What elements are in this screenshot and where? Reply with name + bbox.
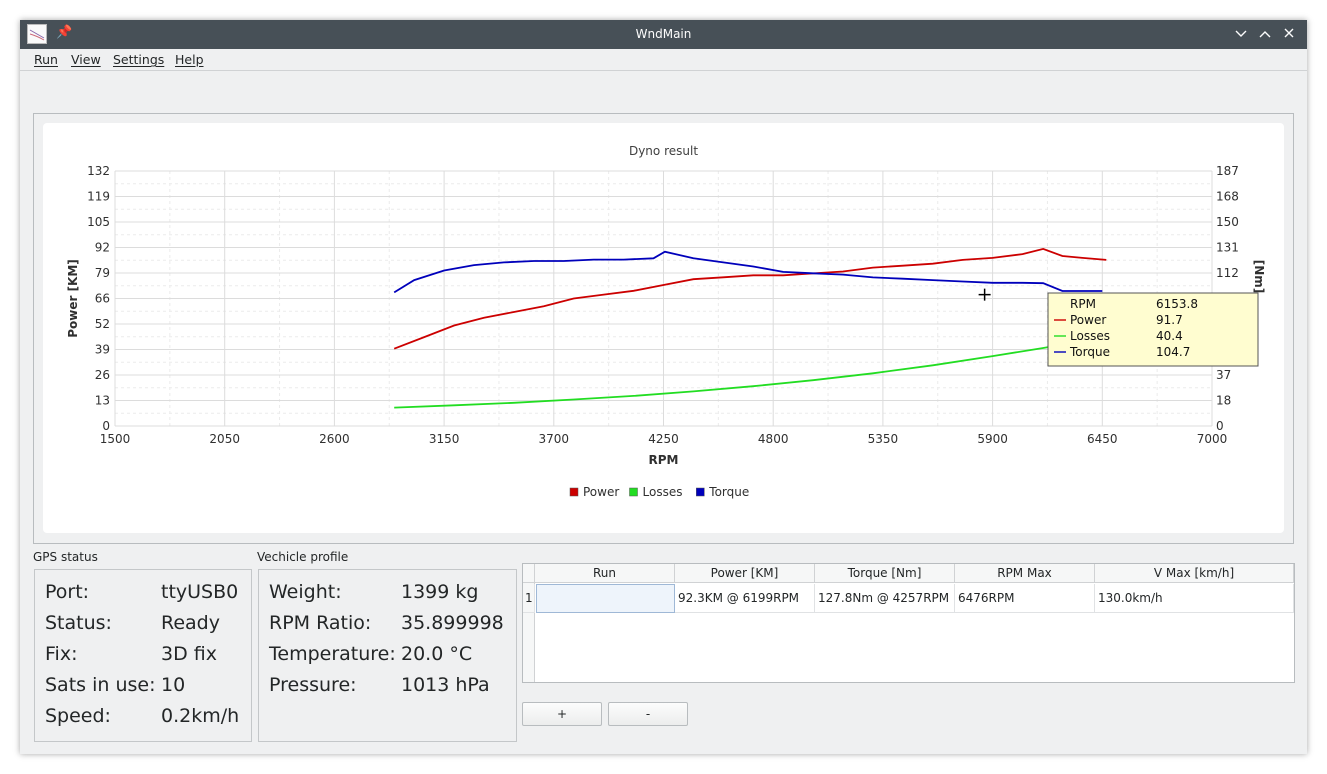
main-window: 📌 WndMain Run View Settings Help 1500 205… [20, 20, 1307, 754]
tooltip-label-torque: Torque [1069, 345, 1110, 359]
y-tick-label: 39 [95, 343, 110, 357]
y-tick-label: 26 [95, 368, 110, 382]
window-title: WndMain [635, 27, 692, 41]
pressure-value: 1013 hPa [401, 674, 490, 696]
menu-view[interactable]: View [71, 52, 101, 67]
x-tick-label: 2600 [319, 432, 350, 446]
y-axis-label: Power [KM] [66, 259, 80, 338]
temperature-label: Temperature: [269, 643, 396, 665]
y2-axis-label: [Nm] [1252, 260, 1266, 294]
tooltip-value-power: 91.7 [1156, 313, 1183, 327]
y2-tick-label: 150 [1216, 215, 1239, 229]
col-header-rpm-max[interactable]: RPM Max [955, 564, 1095, 583]
menu-settings[interactable]: Settings [113, 52, 164, 67]
title-bar[interactable]: 📌 WndMain [20, 20, 1307, 49]
corner-header[interactable] [523, 564, 535, 583]
y-tick-label: 132 [87, 164, 110, 178]
x-tick-label: 3150 [429, 432, 460, 446]
y2-tick-label: 37 [1216, 368, 1231, 382]
tooltip-label-losses: Losses [1070, 329, 1110, 343]
gps-speed-value: 0.2km/h [161, 705, 240, 727]
add-run-button[interactable]: + [522, 702, 602, 726]
gps-status-title: GPS status [33, 550, 98, 564]
tooltip-label-power: Power [1070, 313, 1106, 327]
x-tick-label: 4250 [648, 432, 679, 446]
tooltip-rpm-label: RPM [1070, 297, 1096, 311]
row-number[interactable]: 1 [523, 584, 535, 613]
x-tick-label: 4800 [758, 432, 789, 446]
y-tick-label: 66 [95, 292, 110, 306]
gps-sats-label: Sats in use: [45, 674, 156, 696]
y-tick-label: 92 [95, 241, 110, 255]
gps-status-label: Status: [45, 612, 112, 634]
runs-table[interactable]: Run Power [KM] Torque [Nm] RPM Max V Max… [522, 563, 1295, 683]
weight-label: Weight: [269, 581, 342, 603]
col-header-torque[interactable]: Torque [Nm] [815, 564, 955, 583]
gps-port-value: ttyUSB0 [161, 581, 239, 603]
close-button[interactable] [1279, 24, 1299, 44]
y2-tick-label: 168 [1216, 190, 1239, 204]
dyno-chart[interactable]: 1500 2050 2600 3150 3700 4250 4800 5350 5900 6450… [43, 123, 1284, 533]
legend-label-torque: Torque [708, 485, 749, 499]
legend-swatch-power [569, 487, 579, 497]
gps-status-value: Ready [161, 612, 220, 634]
x-tick-label: 5900 [977, 432, 1008, 446]
tooltip-rpm-value: 6153.8 [1156, 297, 1198, 311]
gps-port-label: Port: [45, 581, 90, 603]
chart-title: Dyno result [629, 144, 698, 158]
y-tick-label: 79 [95, 266, 110, 280]
rpm-ratio-value: 35.899998 [401, 612, 504, 634]
minimize-button[interactable] [1231, 24, 1251, 44]
chart-card: 1500 2050 2600 3150 3700 4250 4800 5350 5900 6450… [43, 123, 1284, 533]
legend-label-power: Power [583, 485, 619, 499]
x-tick-label: 5350 [868, 432, 899, 446]
maximize-button[interactable] [1255, 24, 1275, 44]
vehicle-profile-panel: Weight: 1399 kg RPM Ratio: 35.899998 Tem… [258, 569, 517, 742]
y-tick-label: 119 [87, 190, 110, 204]
legend-label-losses: Losses [643, 485, 683, 499]
legend-swatch-torque [696, 487, 705, 497]
torque-cell[interactable]: 127.8Nm @ 4257RPM [815, 584, 955, 613]
menu-run[interactable]: Run [34, 52, 58, 67]
remove-run-button[interactable]: - [608, 702, 688, 726]
menu-help[interactable]: Help [175, 52, 204, 67]
y2-tick-label: 131 [1216, 241, 1239, 255]
tooltip-value-losses: 40.4 [1156, 329, 1183, 343]
x-tick-label: 6450 [1087, 432, 1118, 446]
y2-tick-label: 0 [1216, 419, 1224, 433]
rpm-ratio-label: RPM Ratio: [269, 612, 372, 634]
temperature-value: 20.0 °C [401, 643, 473, 665]
weight-value: 1399 kg [401, 581, 479, 603]
y2-tick-label: 187 [1216, 164, 1239, 178]
y2-tick-label: 112 [1216, 266, 1239, 280]
menu-bar: Run View Settings Help [20, 49, 1307, 71]
gps-sats-value: 10 [161, 674, 186, 696]
tooltip-value-torque: 104.7 [1156, 345, 1190, 359]
legend-swatch-losses [629, 487, 638, 497]
y-tick-label: 0 [102, 419, 110, 433]
x-axis-label: RPM [649, 453, 679, 467]
gps-fix-label: Fix: [45, 643, 78, 665]
y-tick-label: 13 [95, 394, 110, 408]
vmax-cell[interactable]: 130.0km/h [1095, 584, 1294, 613]
y-tick-label: 52 [95, 317, 110, 331]
x-tick-label: 2050 [209, 432, 240, 446]
gps-fix-value: 3D fix [161, 643, 217, 665]
gps-status-panel: Port: ttyUSB0 Status: Ready Fix: 3D fix … [34, 569, 252, 742]
power-cell[interactable]: 92.3KM @ 6199RPM [675, 584, 815, 613]
y2-tick-label: 18 [1216, 394, 1231, 408]
vehicle-profile-title: Vechicle profile [257, 550, 349, 564]
rpm-max-cell[interactable]: 6476RPM [955, 584, 1095, 613]
chart-panel: 1500 2050 2600 3150 3700 4250 4800 5350 5900 6450… [33, 113, 1294, 544]
x-tick-label: 1500 [100, 432, 131, 446]
col-header-run[interactable]: Run [535, 564, 675, 583]
run-cell[interactable] [536, 584, 675, 613]
col-header-power[interactable]: Power [KM] [675, 564, 815, 583]
x-tick-label: 3700 [539, 432, 570, 446]
gps-speed-label: Speed: [45, 705, 111, 727]
y-tick-label: 105 [87, 215, 110, 229]
pressure-label: Pressure: [269, 674, 357, 696]
col-header-vmax[interactable]: V Max [km/h] [1095, 564, 1294, 583]
x-tick-label: 7000 [1197, 432, 1228, 446]
